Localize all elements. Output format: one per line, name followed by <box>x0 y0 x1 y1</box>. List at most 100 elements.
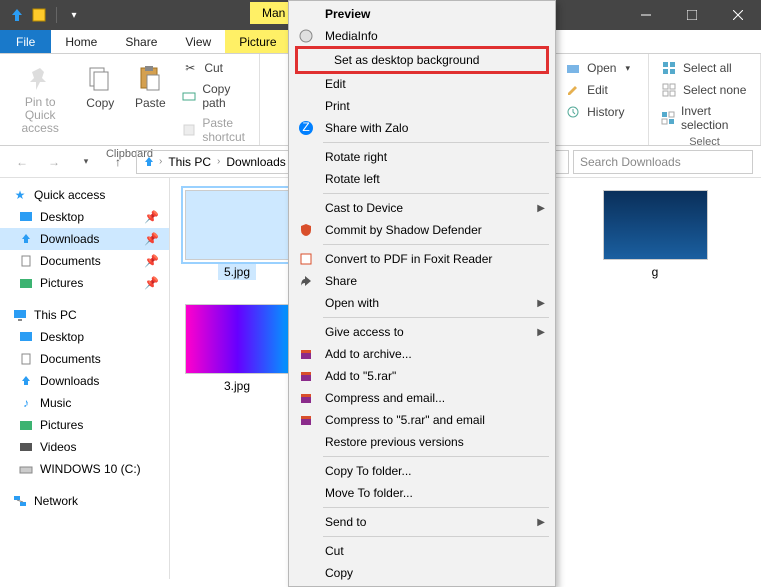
sidebar-this-pc[interactable]: This PC <box>0 304 169 326</box>
recent-locations-button[interactable]: ▾ <box>72 150 100 174</box>
star-icon: ★ <box>12 187 28 203</box>
menu-edit[interactable]: Edit <box>289 73 555 95</box>
up-button[interactable]: ↑ <box>104 150 132 174</box>
videos-icon <box>18 439 34 455</box>
sidebar-item-music[interactable]: ♪Music <box>0 392 169 414</box>
qat-dropdown-icon[interactable]: ▾ <box>65 6 83 24</box>
menu-cut[interactable]: Cut <box>289 540 555 562</box>
paste-shortcut-button[interactable]: Paste shortcut <box>178 114 251 146</box>
back-button[interactable]: ← <box>8 150 36 174</box>
menu-copy-to-folder[interactable]: Copy To folder... <box>289 460 555 482</box>
open-button[interactable]: Open▾ <box>561 58 634 78</box>
tab-view[interactable]: View <box>171 30 225 53</box>
menu-print[interactable]: Print <box>289 95 555 117</box>
history-icon <box>565 104 581 120</box>
cut-button[interactable]: ✂Cut <box>178 58 251 78</box>
tab-file[interactable]: File <box>0 30 51 53</box>
menu-share-zalo[interactable]: ZShare with Zalo <box>289 117 555 139</box>
pin-to-quick-access-button[interactable]: Pin to Quick access <box>8 58 72 140</box>
menu-cast-to-device[interactable]: Cast to Device▶ <box>289 197 555 219</box>
tab-picture-tools[interactable]: Picture <box>225 30 290 53</box>
menu-move-to-folder[interactable]: Move To folder... <box>289 482 555 504</box>
navigation-pane: ★Quick access Desktop📌 Downloads📌 Docume… <box>0 178 170 579</box>
edit-label: Edit <box>587 83 608 97</box>
winrar-icon <box>297 411 315 429</box>
downloads-icon <box>18 373 34 389</box>
menu-compress-email[interactable]: Compress and email... <box>289 387 555 409</box>
sidebar-item-windows-c[interactable]: WINDOWS 10 (C:) <box>0 458 169 480</box>
cut-icon: ✂ <box>182 60 198 76</box>
maximize-button[interactable] <box>669 0 715 30</box>
search-input[interactable]: Search Downloads <box>573 150 753 174</box>
qat-save-icon[interactable] <box>30 6 48 24</box>
menu-send-to[interactable]: Send to▶ <box>289 511 555 533</box>
history-label: History <box>587 105 624 119</box>
paste-button[interactable]: Paste <box>128 58 172 114</box>
menu-shadow-defender[interactable]: Commit by Shadow Defender <box>289 219 555 241</box>
sidebar-network[interactable]: Network <box>0 490 169 512</box>
sidebar-item-downloads[interactable]: Downloads📌 <box>0 228 169 250</box>
pictures-icon <box>18 417 34 433</box>
select-none-button[interactable]: Select none <box>657 80 752 100</box>
paste-icon <box>134 62 166 94</box>
menu-rotate-left[interactable]: Rotate left <box>289 168 555 190</box>
file-item-3jpg[interactable]: 3.jpg <box>182 304 292 404</box>
menu-open-with[interactable]: Open with▶ <box>289 292 555 314</box>
breadcrumb-this-pc[interactable]: This PC <box>164 155 215 169</box>
app-icon <box>8 6 26 24</box>
menu-separator <box>323 456 549 457</box>
network-icon <box>12 493 28 509</box>
paste-shortcut-label: Paste shortcut <box>202 116 247 144</box>
menu-add-to-archive[interactable]: Add to archive... <box>289 343 555 365</box>
menu-share[interactable]: Share <box>289 270 555 292</box>
edit-icon <box>565 82 581 98</box>
history-button[interactable]: History <box>561 102 634 122</box>
menu-set-desktop-background[interactable]: Set as desktop background <box>298 49 546 71</box>
sidebar-item-desktop2[interactable]: Desktop <box>0 326 169 348</box>
music-icon: ♪ <box>18 395 34 411</box>
menu-compress-5rar-email[interactable]: Compress to "5.rar" and email <box>289 409 555 431</box>
file-item-5jpg[interactable]: 5.jpg <box>182 190 292 280</box>
winrar-icon <box>297 367 315 385</box>
forward-button[interactable]: → <box>40 150 68 174</box>
sidebar-item-documents[interactable]: Documents📌 <box>0 250 169 272</box>
sidebar-quick-access[interactable]: ★Quick access <box>0 184 169 206</box>
sidebar-item-downloads2[interactable]: Downloads <box>0 370 169 392</box>
menu-add-to-5rar[interactable]: Add to "5.rar" <box>289 365 555 387</box>
menu-preview[interactable]: Preview <box>289 3 555 25</box>
select-all-button[interactable]: Select all <box>657 58 752 78</box>
copy-button[interactable]: Copy <box>78 58 122 114</box>
tab-share[interactable]: Share <box>111 30 171 53</box>
menu-convert-pdf[interactable]: Convert to PDF in Foxit Reader <box>289 248 555 270</box>
minimize-button[interactable] <box>623 0 669 30</box>
menu-copy[interactable]: Copy <box>289 562 555 584</box>
menu-restore-previous[interactable]: Restore previous versions <box>289 431 555 453</box>
thumbnail-image <box>603 190 708 260</box>
close-button[interactable] <box>715 0 761 30</box>
chevron-right-icon[interactable]: › <box>159 156 162 167</box>
menu-separator <box>323 536 549 537</box>
chevron-right-icon: ▶ <box>537 327 545 338</box>
tab-home[interactable]: Home <box>51 30 111 53</box>
copy-path-icon <box>182 88 196 104</box>
menu-mediainfo[interactable]: MediaInfo <box>289 25 555 47</box>
sidebar-item-documents2[interactable]: Documents <box>0 348 169 370</box>
menu-rotate-right[interactable]: Rotate right <box>289 146 555 168</box>
breadcrumb-downloads[interactable]: Downloads <box>222 155 289 169</box>
chevron-right-icon[interactable]: › <box>217 156 220 167</box>
copy-label: Copy <box>86 96 114 110</box>
documents-icon <box>18 351 34 367</box>
chevron-right-icon: ▶ <box>537 517 545 528</box>
pin-icon <box>24 62 56 94</box>
invert-selection-button[interactable]: Invert selection <box>657 102 752 134</box>
sidebar-item-pictures[interactable]: Pictures📌 <box>0 272 169 294</box>
menu-give-access-to[interactable]: Give access to▶ <box>289 321 555 343</box>
sidebar-item-videos[interactable]: Videos <box>0 436 169 458</box>
edit-button[interactable]: Edit <box>561 80 634 100</box>
copy-path-button[interactable]: Copy path <box>178 80 251 112</box>
downloads-icon <box>18 231 34 247</box>
file-item-partial[interactable]: g <box>600 190 710 280</box>
sidebar-item-pictures2[interactable]: Pictures <box>0 414 169 436</box>
sidebar-item-desktop[interactable]: Desktop📌 <box>0 206 169 228</box>
drive-icon <box>18 461 34 477</box>
